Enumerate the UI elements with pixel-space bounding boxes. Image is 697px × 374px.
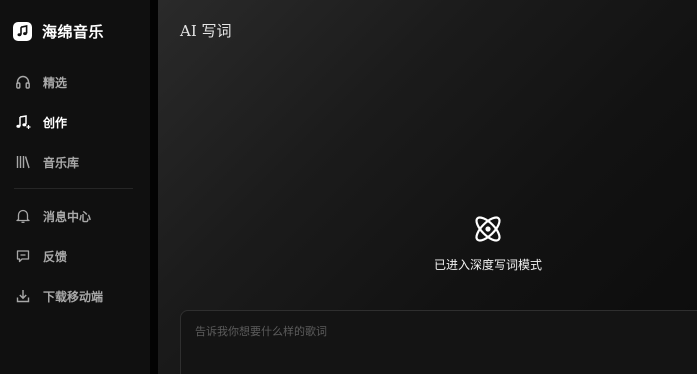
sidebar-divider <box>14 188 133 189</box>
sidebar-item-label: 反馈 <box>43 249 68 264</box>
sidebar-gutter <box>150 0 158 374</box>
library-icon <box>14 153 32 171</box>
bell-icon <box>14 207 32 225</box>
download-icon <box>14 287 32 305</box>
atom-icon <box>470 211 506 247</box>
headphones-icon <box>14 73 32 91</box>
sidebar-item-library[interactable]: 音乐库 <box>14 152 142 172</box>
sidebar-item-download-mobile[interactable]: 下载移动端 <box>14 286 142 306</box>
main-panel: AI 写词 已进入深度写词模式 <box>158 0 697 374</box>
sidebar-item-label: 创作 <box>43 115 68 130</box>
sidebar-item-feedback[interactable]: 反馈 <box>14 246 142 266</box>
sidebar-item-label: 精选 <box>43 75 68 90</box>
app-window: 海绵音乐 精选 创作 音乐库 消息中心 反馈 下载移动端 AI 写词 已进入深度… <box>0 0 697 374</box>
page-title: AI 写词 <box>180 22 232 40</box>
sidebar-item-label: 下载移动端 <box>43 289 104 304</box>
sidebar-item-messages[interactable]: 消息中心 <box>14 206 142 226</box>
lyrics-prompt-input[interactable] <box>195 325 675 338</box>
mode-status-text: 已进入深度写词模式 <box>433 258 542 272</box>
prompt-box[interactable] <box>180 310 697 374</box>
sidebar-item-label: 消息中心 <box>43 209 92 224</box>
feedback-icon <box>14 247 32 265</box>
brand-name: 海绵音乐 <box>42 22 105 41</box>
music-note-icon <box>13 21 32 41</box>
sidebar: 海绵音乐 精选 创作 音乐库 消息中心 反馈 下载移动端 <box>0 0 150 374</box>
brand[interactable]: 海绵音乐 <box>13 20 104 42</box>
music-sparkle-icon <box>14 113 32 131</box>
sidebar-item-label: 音乐库 <box>43 155 80 170</box>
sidebar-item-create[interactable]: 创作 <box>14 112 142 132</box>
sidebar-item-featured[interactable]: 精选 <box>14 72 142 92</box>
